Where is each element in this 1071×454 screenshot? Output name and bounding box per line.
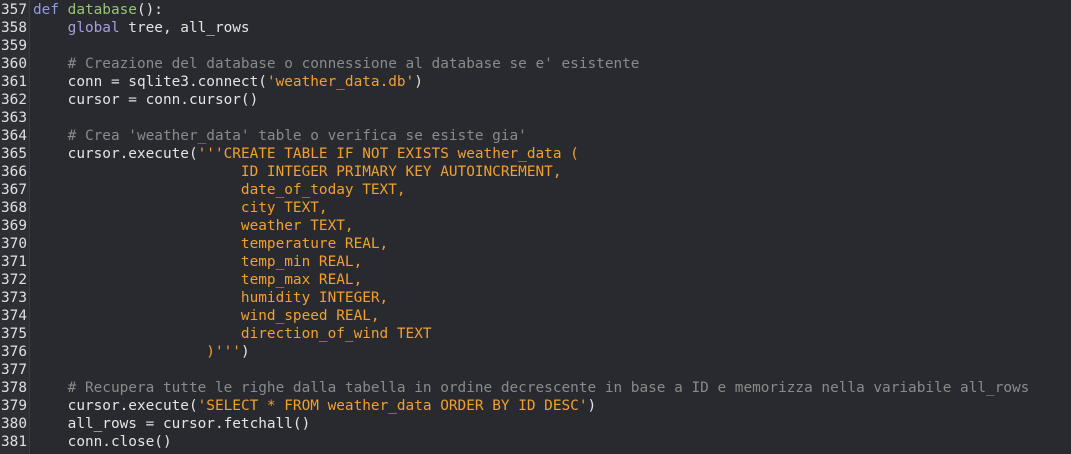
code-token-fn: database <box>67 2 137 18</box>
code-token-text: (): <box>136 2 163 18</box>
code-line[interactable]: # Recupera tutte le righe dalla tabella … <box>33 379 1071 397</box>
line-number: 369 <box>1 218 27 234</box>
code-token-string: temp_max REAL, <box>33 272 363 288</box>
code-line[interactable]: date_of_today TEXT, <box>33 181 1071 199</box>
code-line[interactable]: temp_max REAL, <box>33 271 1071 289</box>
line-number: 371 <box>1 254 27 270</box>
code-line[interactable]: conn = sqlite3.connect('weather_data.db'… <box>33 73 1071 91</box>
code-line[interactable]: global tree, all_rows <box>33 19 1071 37</box>
line-number: 361 <box>1 74 27 90</box>
code-token-text: conn.close() <box>33 434 172 450</box>
line-number: 359 <box>1 38 27 54</box>
line-number: 374 <box>1 308 27 324</box>
code-token-string: ID INTEGER PRIMARY KEY AUTOINCREMENT, <box>33 164 562 180</box>
line-number: 375 <box>1 326 27 342</box>
line-number: 373 <box>1 290 27 306</box>
code-line[interactable]: cursor = conn.cursor() <box>33 91 1071 109</box>
code-token-string: 'weather_data.db' <box>266 74 415 90</box>
line-number: 366 <box>1 164 27 180</box>
code-line[interactable]: ID INTEGER PRIMARY KEY AUTOINCREMENT, <box>33 163 1071 181</box>
line-number: 364 <box>1 128 27 144</box>
line-number-gutter: 357 358 359 360 361 362 363 364 365 366 367 368 369 3… <box>0 0 30 454</box>
line-number: 376 <box>1 344 27 360</box>
code-token-text: all_rows = cursor.fetchall() <box>33 416 311 432</box>
code-token-string: city TEXT, <box>33 200 328 216</box>
code-editor[interactable]: 357 358 359 360 361 362 363 364 365 366 367 368 369 3… <box>0 0 1071 454</box>
code-line[interactable]: cursor.execute('SELECT * FROM weather_da… <box>33 397 1071 415</box>
code-line[interactable] <box>33 37 1071 55</box>
code-token-string: direction_of_wind TEXT <box>33 326 432 342</box>
code-token-kw: def <box>33 2 68 18</box>
line-number: 377 <box>1 362 27 378</box>
line-number: 379 <box>1 398 27 414</box>
code-line[interactable]: humidity INTEGER, <box>33 289 1071 307</box>
code-line[interactable] <box>33 109 1071 127</box>
line-number: 381 <box>1 434 27 450</box>
line-number: 363 <box>1 110 27 126</box>
code-line[interactable]: )''') <box>33 343 1071 361</box>
code-token-string: temp_min REAL, <box>33 254 363 270</box>
code-token-comment: # Crea 'weather_data' table o verifica s… <box>67 128 527 144</box>
code-area[interactable]: def database(): global tree, all_rows # … <box>30 0 1071 454</box>
code-line[interactable]: # Crea 'weather_data' table o verifica s… <box>33 127 1071 145</box>
line-number: 362 <box>1 92 27 108</box>
code-line[interactable]: temp_min REAL, <box>33 253 1071 271</box>
line-number: 368 <box>1 200 27 216</box>
code-line[interactable]: city TEXT, <box>33 199 1071 217</box>
code-token-text: cursor.execute( <box>33 146 198 162</box>
line-number: 380 <box>1 416 27 432</box>
code-token-string: wind_speed REAL, <box>33 308 380 324</box>
line-number: 372 <box>1 272 27 288</box>
line-number: 370 <box>1 236 27 252</box>
code-token-text: ) <box>587 398 597 414</box>
line-number: 358 <box>1 20 27 36</box>
code-line[interactable]: cursor.execute('''CREATE TABLE IF NOT EX… <box>33 145 1071 163</box>
code-token-string: '''CREATE TABLE IF NOT EXISTS weather_da… <box>197 146 579 162</box>
line-number: 365 <box>1 146 27 162</box>
code-token-text: ) <box>240 344 250 360</box>
code-token-comment: # Recupera tutte le righe dalla tabella … <box>67 380 1030 396</box>
code-token-string: weather TEXT, <box>33 218 354 234</box>
code-line[interactable]: conn.close() <box>33 433 1071 451</box>
code-line[interactable]: direction_of_wind TEXT <box>33 325 1071 343</box>
code-token-string: humidity INTEGER, <box>33 290 389 306</box>
code-token-string: )''' <box>33 344 241 360</box>
code-line[interactable]: weather TEXT, <box>33 217 1071 235</box>
code-line[interactable]: # Creazione del database o connessione a… <box>33 55 1071 73</box>
code-line[interactable]: wind_speed REAL, <box>33 307 1071 325</box>
code-token-text: tree, all_rows <box>119 20 250 36</box>
code-line[interactable]: temperature REAL, <box>33 235 1071 253</box>
code-token-text: conn = sqlite3.connect( <box>33 74 267 90</box>
code-token-global: global <box>67 20 120 36</box>
code-token-comment: # Creazione del database o connessione a… <box>67 56 640 72</box>
line-number: 367 <box>1 182 27 198</box>
code-line[interactable]: all_rows = cursor.fetchall() <box>33 415 1071 433</box>
code-token-text: ) <box>414 74 423 90</box>
code-line[interactable] <box>33 361 1071 379</box>
line-number: 357 <box>1 2 27 18</box>
code-line[interactable]: def database(): <box>33 1 1071 19</box>
code-token-text: cursor = conn.cursor() <box>33 92 259 108</box>
line-number: 360 <box>1 56 27 72</box>
code-token-string: 'SELECT * FROM weather_data ORDER BY ID … <box>197 398 588 414</box>
line-number: 378 <box>1 380 27 396</box>
code-token-string: date_of_today TEXT, <box>33 182 406 198</box>
code-token-text: cursor.execute( <box>33 398 198 414</box>
code-token-string: temperature REAL, <box>33 236 389 252</box>
